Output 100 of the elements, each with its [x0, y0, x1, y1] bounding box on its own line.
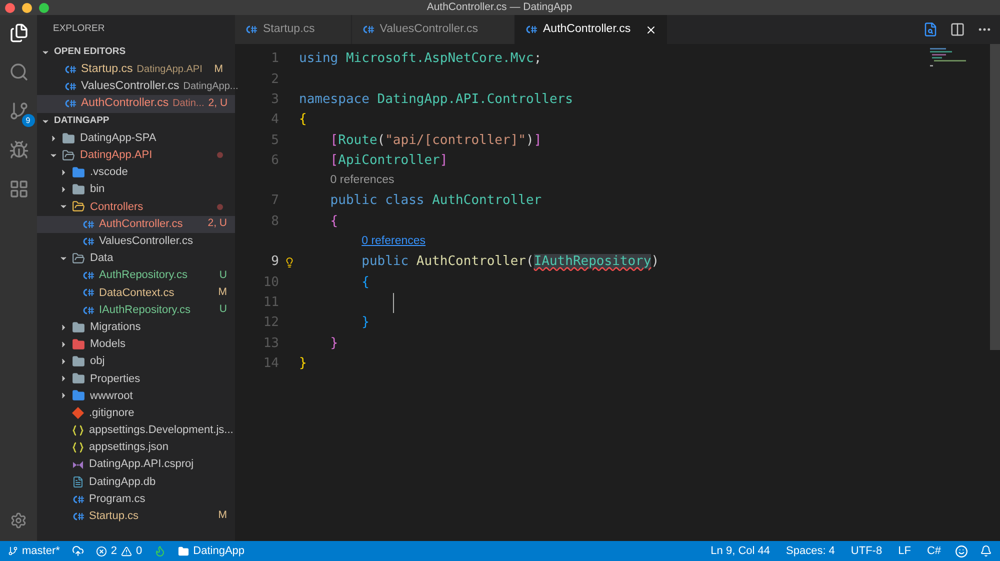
- debug-icon[interactable]: [8, 140, 28, 160]
- folder-icon: [62, 132, 75, 145]
- open-editor-item[interactable]: Startup.cs DatingApp.API M: [37, 61, 235, 78]
- folder-icon: [72, 338, 85, 351]
- search-icon[interactable]: [8, 62, 28, 82]
- tree-item[interactable]: ValuesController.cs: [37, 232, 235, 250]
- expanded-arrow-icon: [41, 48, 50, 57]
- close-window-button[interactable]: [5, 2, 15, 12]
- tree-item[interactable]: AuthController.cs 2, U: [37, 216, 235, 233]
- tree-item[interactable]: DataContext.cs M: [37, 284, 235, 302]
- branch-icon: [8, 546, 18, 556]
- diamond-icon: [72, 407, 84, 420]
- code-line: {: [360, 274, 370, 292]
- code-line: }: [329, 334, 338, 353]
- file-name: DataContext.cs: [99, 286, 174, 301]
- git-status: U: [219, 302, 227, 318]
- status-item[interactable]: C#: [926, 542, 941, 560]
- braces-icon: [72, 424, 84, 436]
- line-number: 5: [270, 132, 279, 150]
- lightbulb-icon[interactable]: [284, 256, 294, 268]
- file-name: AuthController.cs: [81, 96, 169, 112]
- status-item[interactable]: Ln 9, Col 44: [710, 542, 770, 560]
- code-line: using Microsoft.AspNetCore.Mvc;: [299, 50, 542, 68]
- tree-item[interactable]: Startup.cs M: [37, 508, 235, 525]
- tree-item[interactable]: Properties: [37, 370, 235, 388]
- folder-icon: [72, 252, 85, 265]
- file-name: bin: [90, 182, 105, 198]
- preview-search-icon[interactable]: [923, 22, 938, 37]
- error-icon: [96, 546, 107, 556]
- minimize-window-button[interactable]: [22, 2, 32, 12]
- tree-item[interactable]: .vscode: [37, 164, 235, 182]
- editor-tab[interactable]: AuthController.cs: [515, 15, 668, 44]
- git-status: U: [219, 268, 227, 283]
- settings-icon[interactable]: [10, 512, 27, 529]
- folder-icon: [178, 546, 190, 556]
- scrollbar[interactable]: [990, 44, 1000, 350]
- status-item[interactable]: Spaces: 4: [786, 542, 835, 560]
- file-name: Startup.cs: [89, 509, 139, 524]
- tree-item[interactable]: .gitignore: [37, 404, 235, 422]
- line-number: 7: [270, 192, 279, 210]
- status-item[interactable]: UTF-8: [850, 542, 882, 560]
- tree-item[interactable]: bin: [37, 181, 235, 198]
- file-name: Data: [90, 251, 114, 266]
- problems-indicator[interactable]: 2 0: [96, 542, 142, 560]
- csharp-icon: [82, 288, 94, 298]
- file-name: IAuthRepository.cs: [99, 302, 191, 318]
- csharp-icon: [82, 271, 94, 280]
- line-number: 4: [270, 111, 279, 130]
- git-status: M: [218, 284, 227, 300]
- tree-item[interactable]: IAuthRepository.cs U: [37, 301, 235, 319]
- tree-item[interactable]: Data: [37, 250, 235, 268]
- tree-item[interactable]: DatingApp.API: [37, 146, 235, 164]
- close-icon[interactable]: [644, 24, 657, 36]
- csharp-icon: [82, 306, 94, 315]
- line-number: 8: [270, 212, 279, 231]
- feedback-icon[interactable]: [955, 544, 968, 558]
- code-line: [ApiController]: [329, 152, 448, 170]
- editor-tab[interactable]: Startup.cs: [235, 15, 352, 44]
- code-line: namespace DatingApp.API.Controllers: [299, 90, 573, 109]
- explorer-icon[interactable]: [8, 23, 28, 43]
- open-editor-item[interactable]: AuthController.cs Datin... 2, U: [37, 95, 235, 113]
- split-editor-icon[interactable]: [950, 22, 965, 37]
- tree-item[interactable]: DatingApp.db: [37, 473, 235, 490]
- publish-icon[interactable]: [72, 545, 84, 557]
- tree-item[interactable]: Migrations: [37, 318, 235, 336]
- editor-tab[interactable]: ValuesController.cs: [352, 15, 516, 44]
- file-name: Migrations: [90, 320, 141, 335]
- folder-indicator[interactable]: DatingApp: [178, 542, 245, 560]
- tree-item[interactable]: Models: [37, 336, 235, 353]
- tree-item[interactable]: Program.cs: [37, 490, 235, 508]
- extensions-icon[interactable]: [8, 179, 28, 199]
- file-name: appsettings.json: [89, 440, 168, 456]
- branch-indicator[interactable]: master*: [8, 542, 60, 560]
- maximize-window-button[interactable]: [39, 2, 49, 12]
- folder-icon: [72, 183, 85, 196]
- tree-item[interactable]: obj: [37, 353, 235, 370]
- file-name: Models: [90, 337, 126, 352]
- notification-icon[interactable]: [980, 545, 992, 557]
- csharp-icon: [82, 236, 94, 246]
- section-header[interactable]: DATINGAPP: [37, 112, 235, 130]
- tree-item[interactable]: appsettings.json: [37, 438, 235, 456]
- braces-icon: [72, 442, 84, 454]
- tree-item[interactable]: AuthRepository.cs U: [37, 267, 235, 284]
- file-name: DatingApp-SPA: [80, 130, 156, 146]
- references-link[interactable]: 0 references: [362, 233, 426, 250]
- tree-item[interactable]: Controllers: [37, 198, 235, 216]
- tree-item[interactable]: appsettings.Development.js...: [37, 422, 235, 439]
- line-number: 2: [270, 70, 279, 89]
- section-header[interactable]: OPEN EDITORS: [37, 44, 235, 61]
- tree-item[interactable]: wwwroot: [37, 387, 235, 405]
- line-number: 9: [270, 253, 279, 272]
- file-name: AuthRepository.cs: [99, 268, 188, 284]
- file-name: .vscode: [90, 165, 128, 180]
- folder-icon: [72, 166, 85, 180]
- tree-item[interactable]: DatingApp.API.csproj: [37, 456, 235, 474]
- tree-item[interactable]: DatingApp-SPA: [37, 130, 235, 147]
- csharp-icon: [72, 494, 84, 504]
- minimap-drawing: [930, 48, 966, 67]
- line-number: 6: [270, 152, 279, 170]
- status-item[interactable]: LF: [898, 542, 911, 560]
